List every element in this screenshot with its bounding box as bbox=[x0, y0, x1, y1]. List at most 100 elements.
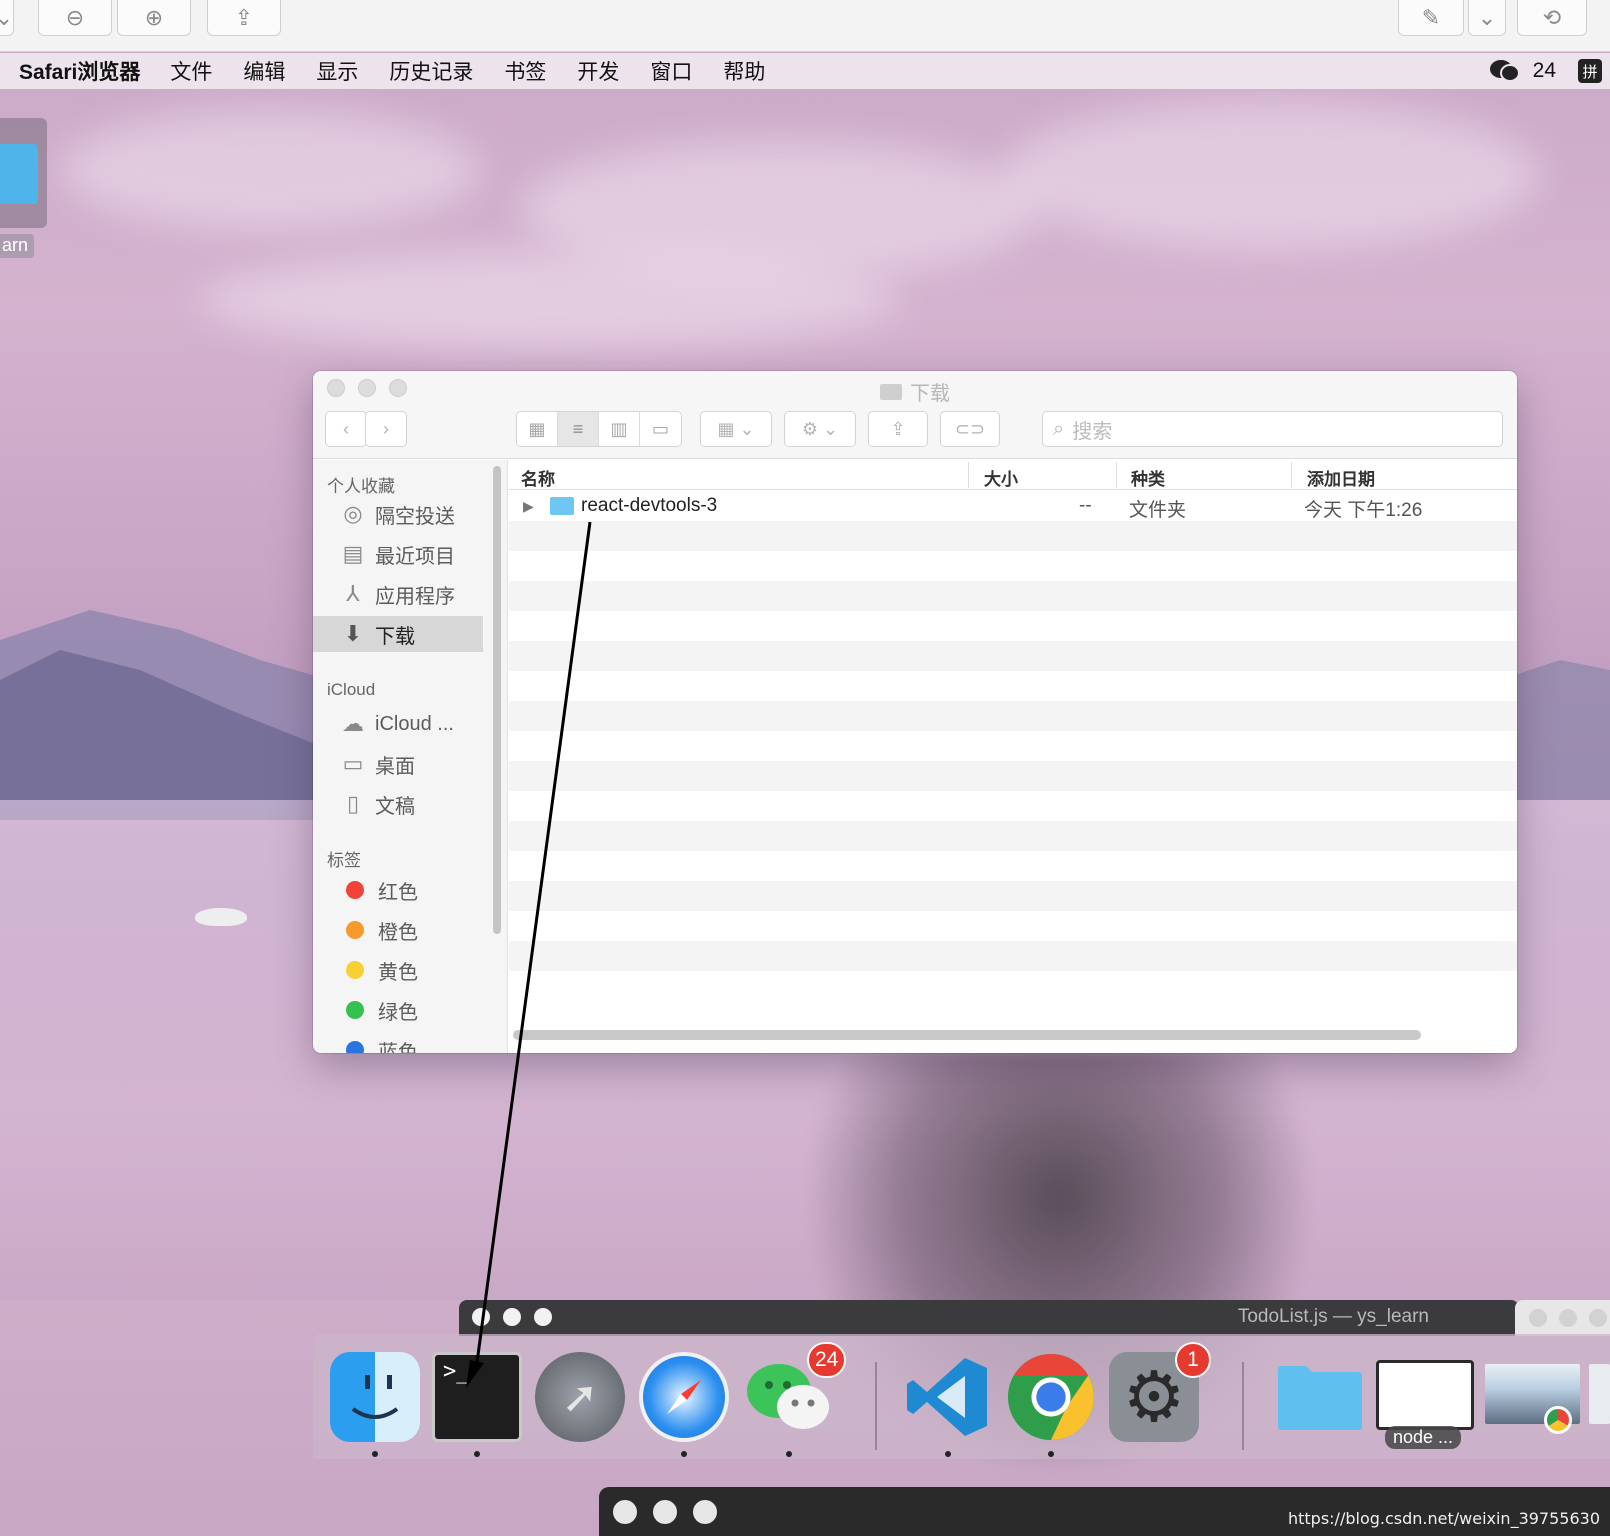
back-button[interactable]: ‹ bbox=[325, 411, 367, 447]
column-header-size[interactable]: 大小 bbox=[984, 465, 1018, 490]
sidebar-item-downloads[interactable]: ⬇ 下载 bbox=[313, 616, 483, 652]
list-view-icon[interactable]: ≡ bbox=[558, 412, 599, 446]
dock-safari[interactable] bbox=[639, 1352, 729, 1442]
table-row[interactable]: ▶ react-devtools-3 -- 文件夹 今天 下午1:26 bbox=[509, 491, 1517, 521]
empty-row bbox=[509, 851, 1517, 881]
running-indicator bbox=[681, 1451, 687, 1457]
menu-edit[interactable]: 编辑 bbox=[243, 56, 285, 86]
sidebar-item-tag-red[interactable]: 红色 bbox=[313, 872, 483, 908]
empty-row bbox=[509, 581, 1517, 611]
disclosure-triangle-icon[interactable]: ▶ bbox=[523, 498, 534, 515]
background-window-title: TodoList.js — ys_learn bbox=[1237, 1306, 1429, 1327]
minimize-button[interactable] bbox=[1559, 1309, 1577, 1327]
preview-toolbar: ⌄ ⊖ ⊕ ⇪ ✎ ⌄ ⟲ bbox=[0, 0, 1610, 52]
close-button[interactable] bbox=[472, 1308, 490, 1326]
action-button[interactable]: ⚙ ⌄ bbox=[784, 411, 856, 447]
finder-window: 下载 ‹ › ▦ ≡ ▥ ▭ ▦ ⌄ ⚙ ⌄ ⇪ ⊂⊃ ⌕ 搜索 个人收藏 ◎ … bbox=[313, 371, 1517, 1053]
running-indicator bbox=[945, 1451, 951, 1457]
sidebar-item-label: 桌面 bbox=[375, 755, 415, 778]
zoom-button[interactable] bbox=[693, 1500, 717, 1524]
zoom-out-button[interactable]: ⊖ bbox=[38, 0, 112, 36]
close-button[interactable] bbox=[1529, 1309, 1547, 1327]
sidebar-item-tag-yellow[interactable]: 黄色 bbox=[313, 952, 483, 988]
column-header-kind[interactable]: 种类 bbox=[1131, 465, 1165, 490]
column-divider[interactable] bbox=[1116, 462, 1117, 488]
gallery-view-icon[interactable]: ▭ bbox=[640, 412, 681, 446]
menu-history[interactable]: 历史记录 bbox=[389, 56, 473, 86]
share-button[interactable]: ⇪ bbox=[207, 0, 281, 36]
file-list: 名称 大小 种类 添加日期 ▶ react-devtools-3 -- 文件夹 … bbox=[509, 460, 1517, 1053]
dock-minimized-terminal-window[interactable] bbox=[1376, 1360, 1474, 1430]
dock-minimized-window[interactable] bbox=[1589, 1364, 1610, 1424]
sidebar-scrollbar[interactable] bbox=[493, 466, 501, 934]
sidebar-item-label: 红色 bbox=[378, 881, 418, 904]
sidebar-item-tag-green[interactable]: 绿色 bbox=[313, 992, 483, 1028]
sidebar-item-tag-blue[interactable]: 蓝色 bbox=[313, 1032, 483, 1053]
tags-button[interactable]: ⊂⊃ bbox=[940, 411, 1000, 447]
minimize-button[interactable] bbox=[503, 1308, 521, 1326]
tag-color-dot bbox=[346, 881, 364, 899]
forward-button[interactable]: › bbox=[365, 411, 407, 447]
chevron-right-icon: › bbox=[383, 418, 389, 439]
column-divider[interactable] bbox=[1291, 462, 1292, 488]
finder-face-icon bbox=[351, 1375, 399, 1419]
menu-bookmarks[interactable]: 书签 bbox=[504, 56, 546, 86]
column-header-row: 名称 大小 种类 添加日期 bbox=[509, 460, 1517, 490]
column-header-name[interactable]: 名称 bbox=[521, 465, 555, 490]
markup-menu-button[interactable]: ⌄ bbox=[1468, 0, 1506, 36]
search-field[interactable]: ⌕ 搜索 bbox=[1042, 411, 1503, 447]
icon-view-icon[interactable]: ▦ bbox=[517, 412, 558, 446]
close-button[interactable] bbox=[613, 1500, 637, 1524]
sidebar-item-tag-orange[interactable]: 橙色 bbox=[313, 912, 483, 948]
dock-downloads-stack[interactable] bbox=[1275, 1352, 1365, 1442]
menu-file[interactable]: 文件 bbox=[170, 56, 212, 86]
chrome-icon bbox=[1007, 1353, 1095, 1441]
empty-row bbox=[509, 641, 1517, 671]
dock-launchpad[interactable]: ➚ bbox=[535, 1352, 625, 1442]
dock-finder[interactable] bbox=[330, 1352, 420, 1442]
cloud bbox=[60, 110, 480, 230]
desktop-folder-label: arn bbox=[0, 234, 35, 258]
menu-app-name[interactable]: Safari浏览器 bbox=[19, 56, 140, 86]
menu-view[interactable]: 显示 bbox=[316, 56, 358, 86]
markup-button[interactable]: ✎ bbox=[1398, 0, 1464, 36]
dock-chrome[interactable] bbox=[1006, 1352, 1096, 1442]
sidebar-item-icloud-drive[interactable]: ☁ iCloud ... bbox=[313, 706, 483, 742]
column-view-icon[interactable]: ▥ bbox=[599, 412, 640, 446]
window-title-text: 下载 bbox=[910, 383, 950, 405]
sidebar-toggle-button[interactable]: ⌄ bbox=[0, 0, 14, 36]
zoom-button[interactable] bbox=[534, 1308, 552, 1326]
sidebar-item-airdrop[interactable]: ◎ 隔空投送 bbox=[313, 496, 483, 532]
minimize-button[interactable] bbox=[653, 1500, 677, 1524]
wechat-status-item[interactable]: 24 bbox=[1489, 58, 1556, 84]
horizontal-scrollbar[interactable] bbox=[513, 1030, 1421, 1040]
group-button[interactable]: ▦ ⌄ bbox=[700, 411, 772, 447]
share-button[interactable]: ⇪ bbox=[868, 411, 928, 447]
file-rows: ▶ react-devtools-3 -- 文件夹 今天 下午1:26 bbox=[509, 491, 1517, 1011]
column-header-date[interactable]: 添加日期 bbox=[1307, 465, 1375, 490]
file-kind: 文件夹 bbox=[1129, 500, 1187, 521]
folder-icon bbox=[0, 144, 38, 204]
sidebar-item-applications[interactable]: ⅄ 应用程序 bbox=[313, 576, 483, 612]
desktop-folder-icon[interactable] bbox=[0, 118, 48, 228]
dock-vscode[interactable] bbox=[903, 1352, 993, 1442]
empty-row bbox=[509, 911, 1517, 941]
menu-bar: Safari浏览器 文件 编辑 显示 历史记录 书签 开发 窗口 帮助 24 拼 bbox=[0, 53, 1610, 89]
sidebar-item-documents[interactable]: ▯ 文稿 bbox=[313, 786, 483, 822]
sidebar-item-label: 黄色 bbox=[378, 961, 418, 984]
menu-window[interactable]: 窗口 bbox=[650, 56, 692, 86]
zoom-in-button[interactable]: ⊕ bbox=[117, 0, 191, 36]
menu-help[interactable]: 帮助 bbox=[723, 56, 765, 86]
menu-develop[interactable]: 开发 bbox=[577, 56, 619, 86]
sidebar-item-desktop[interactable]: ▭ 桌面 bbox=[313, 746, 483, 782]
zoom-button[interactable] bbox=[1589, 1309, 1607, 1327]
sidebar-item-recents[interactable]: ▤ 最近项目 bbox=[313, 536, 483, 572]
cloud bbox=[1000, 100, 1540, 250]
sidebar-header-favorites: 个人收藏 bbox=[327, 477, 395, 496]
rotate-button[interactable]: ⟲ bbox=[1517, 0, 1587, 36]
dock-terminal[interactable]: >_ bbox=[432, 1352, 522, 1442]
input-method-indicator[interactable]: 拼 bbox=[1578, 59, 1602, 83]
share-icon: ⇪ bbox=[890, 418, 906, 439]
column-divider[interactable] bbox=[968, 462, 969, 488]
zoom-in-icon: ⊕ bbox=[144, 4, 164, 30]
